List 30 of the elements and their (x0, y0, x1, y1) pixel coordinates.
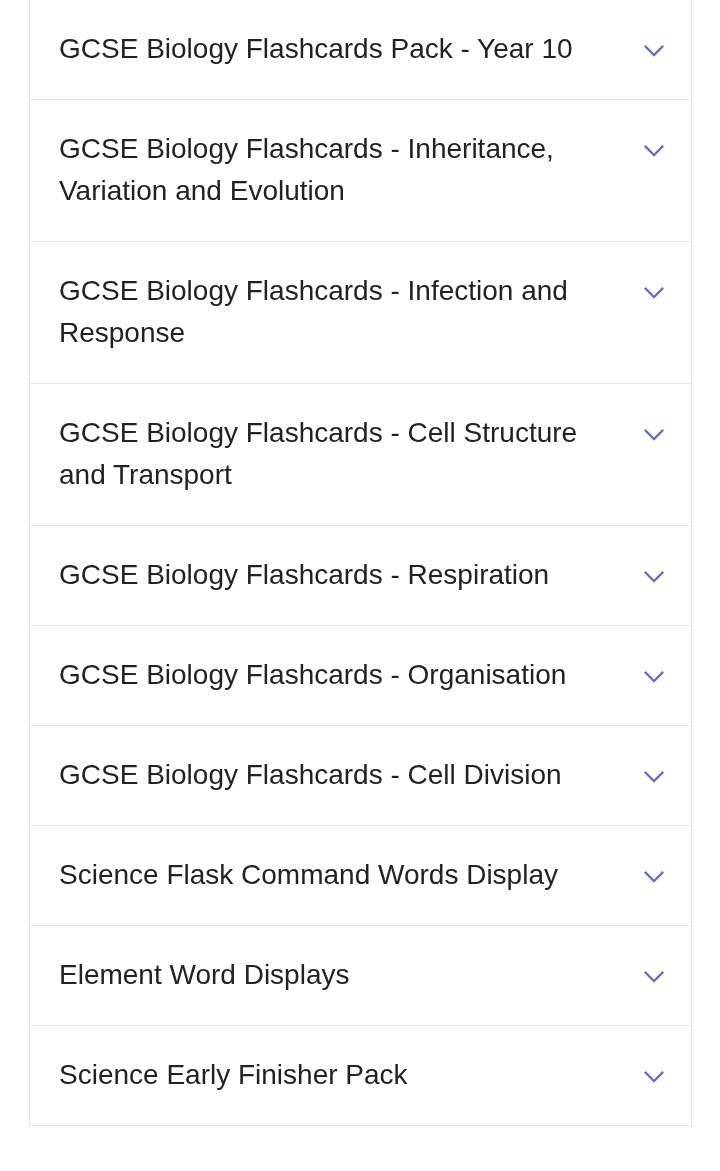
chevron-icon (643, 1070, 665, 1083)
accordion-item[interactable]: GCSE Biology Flashcards - Organisation (30, 625, 691, 725)
accordion-title: GCSE Biology Flashcards - Organisation (59, 658, 568, 692)
chevron-icon (643, 870, 665, 883)
chevron-icon (643, 428, 665, 441)
accordion-title: GCSE Biology Flashcards - Infection and Response (59, 274, 569, 350)
accordion-item[interactable]: GCSE Biology Flashcards - Respiration (30, 525, 691, 625)
accordion-title: Element Word Displays (59, 958, 351, 992)
accordion-item[interactable]: Science Early Finisher Pack (30, 1025, 691, 1125)
chevron-icon (643, 144, 665, 157)
accordion-title: Science Flask Command Words Display (59, 858, 559, 892)
accordion-title: GCSE Biology Flashcards - Respiration (59, 558, 551, 592)
chevron-icon (643, 970, 665, 983)
accordion-title: GCSE Biology Flashcards Pack - Year 10 (59, 32, 574, 66)
accordion-item[interactable]: GCSE Biology Flashcards - Cell Division (30, 725, 691, 825)
accordion-item[interactable]: GCSE Biology Flashcards - Cell Structure and Transport (30, 383, 691, 525)
chevron-icon (643, 286, 665, 299)
accordion-item[interactable]: GCSE Biology Flashcards - Infection and Response (30, 241, 691, 383)
accordion-title: GCSE Biology Flashcards - Cell Division (59, 758, 563, 792)
chevron-icon (643, 770, 665, 783)
accordion-title: Science Early Finisher Pack (59, 1058, 409, 1092)
accordion-item[interactable]: GCSE Biology Flashcards - Inheritance, Variation and Evolution (30, 99, 691, 241)
accordion-title: GCSE Biology Flashcards - Cell Structure and Transport (59, 416, 579, 492)
chevron-icon (643, 570, 665, 583)
accordion-title: GCSE Biology Flashcards - Inheritance, Variation and Evolution (59, 132, 555, 208)
chevron-icon (643, 670, 665, 683)
accordion-item[interactable]: Science Flask Command Words Display (30, 825, 691, 925)
accordion-item[interactable]: Element Word Displays (30, 925, 691, 1025)
accordion-item[interactable]: GCSE Biology Flashcards Pack - Year 10 (30, 0, 691, 99)
chevron-icon (643, 44, 665, 57)
